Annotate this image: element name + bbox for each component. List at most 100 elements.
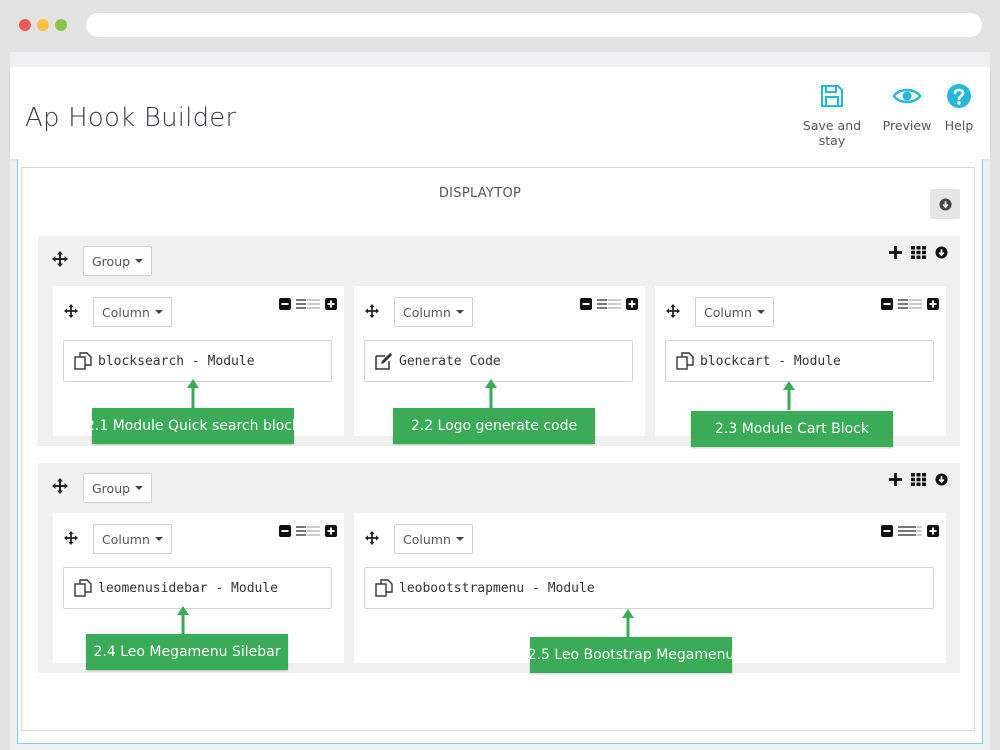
move-icon[interactable] [64,531,78,545]
preview-label: Preview [882,118,932,133]
arrow-down-circle-icon [938,197,952,211]
annotation-note: 2.4 Leo Megamenu Silebar [86,634,288,670]
minus-square-icon[interactable] [279,298,291,310]
plus-square-icon[interactable] [325,298,337,310]
column-tools [580,298,638,310]
help-button[interactable]: Help [940,83,978,133]
caret-down-icon [455,537,464,541]
column-tools [279,298,337,310]
annotation-arrow-icon [177,606,189,635]
column-dropdown[interactable]: Column [394,297,473,327]
column-tools [279,525,337,537]
page-header: Ap Hook Builder Save and stay Preview He [10,67,990,159]
page-title: Ap Hook Builder [25,103,237,133]
annotation-arrow-icon [783,381,795,410]
column-dropdown[interactable]: Column [93,297,172,327]
column-dropdown-label: Column [403,304,451,320]
help-icon [947,84,971,108]
caret-down-icon [154,537,163,541]
module-label: blocksearch - Module [98,353,255,369]
copy-icon [74,352,92,370]
column-width-icon [296,299,320,309]
minus-square-icon[interactable] [279,525,291,537]
module-label: blockcart - Module [700,353,841,369]
column-dropdown-label: Column [102,531,150,547]
annotation-note: 2.5 Leo Bootstrap Megamenu [528,637,734,673]
column-width-icon [898,526,922,536]
caret-down-icon [756,310,765,314]
move-icon[interactable] [365,304,379,318]
caret-down-icon [135,259,144,263]
column-dropdown-label: Column [102,304,150,320]
module-block[interactable]: Generate Code [364,340,633,382]
minus-square-icon[interactable] [881,298,893,310]
annotation-note: 2.2 Logo generate code [393,408,595,444]
add-column-icon[interactable] [889,246,902,259]
copy-icon [676,352,694,370]
save-and-stay-button[interactable]: Save and stay [792,83,872,148]
plus-square-icon[interactable] [927,298,939,310]
copy-icon [375,579,393,597]
edit-icon [375,353,392,370]
annotation-note: 2.1 Module Quick search block [86,408,300,444]
move-icon[interactable] [52,478,68,494]
column-tools [881,525,939,537]
group-tools [889,246,948,259]
annotation-arrow-icon [622,609,634,638]
move-icon[interactable] [64,304,78,318]
group-dropdown-label: Group [92,480,131,496]
annotation-note: 2.3 Module Cart Block [691,411,893,447]
caret-down-icon [154,310,163,314]
group-dropdown-label: Group [92,253,131,269]
column-dropdown-label: Column [403,531,451,547]
window-close-dot[interactable] [19,19,31,31]
plus-square-icon[interactable] [325,525,337,537]
caret-down-icon [455,310,464,314]
grid-icon[interactable] [911,246,926,259]
window-minimize-dot[interactable] [37,19,49,31]
move-icon[interactable] [52,251,68,267]
module-label: leobootstrapmenu - Module [399,580,595,596]
minus-square-icon[interactable] [580,298,592,310]
add-column-icon[interactable] [889,473,902,486]
grid-icon[interactable] [911,473,926,486]
app-page: Ap Hook Builder Save and stay Preview He [10,52,990,750]
column-dropdown[interactable]: Column [695,297,774,327]
move-icon[interactable] [666,304,680,318]
module-block[interactable]: leomenusidebar - Module [63,567,332,609]
column-dropdown[interactable]: Column [394,524,473,554]
column-width-icon [597,299,621,309]
save-and-stay-label: Save and stay [802,118,862,148]
module-block[interactable]: blocksearch - Module [63,340,332,382]
arrow-down-circle-icon[interactable] [935,473,948,486]
preview-button[interactable]: Preview [882,83,932,133]
browser-chrome [0,0,1000,52]
caret-down-icon [135,486,144,490]
column-width-icon [296,526,320,536]
hook-collapse-button[interactable] [930,189,960,219]
column-dropdown-label: Column [704,304,752,320]
column-dropdown[interactable]: Column [93,524,172,554]
group-dropdown[interactable]: Group [83,246,153,276]
move-icon[interactable] [365,531,379,545]
column-tools [881,298,939,310]
window-maximize-dot[interactable] [55,19,67,31]
module-label: leomenusidebar - Module [98,580,279,596]
copy-icon [74,579,92,597]
arrow-down-circle-icon[interactable] [935,246,948,259]
column-width-icon [898,299,922,309]
group-dropdown[interactable]: Group [83,473,153,503]
address-bar[interactable] [86,13,982,37]
module-label: Generate Code [399,353,501,369]
group-tools [889,473,948,486]
eye-icon [892,88,922,104]
save-icon [821,85,843,107]
plus-square-icon[interactable] [927,525,939,537]
annotation-arrow-icon [485,379,497,408]
plus-square-icon[interactable] [626,298,638,310]
module-block[interactable]: blockcart - Module [665,340,934,382]
minus-square-icon[interactable] [881,525,893,537]
hook-title: DISPLAYTOP [438,186,522,201]
help-label: Help [944,118,974,133]
module-block[interactable]: leobootstrapmenu - Module [364,567,934,609]
